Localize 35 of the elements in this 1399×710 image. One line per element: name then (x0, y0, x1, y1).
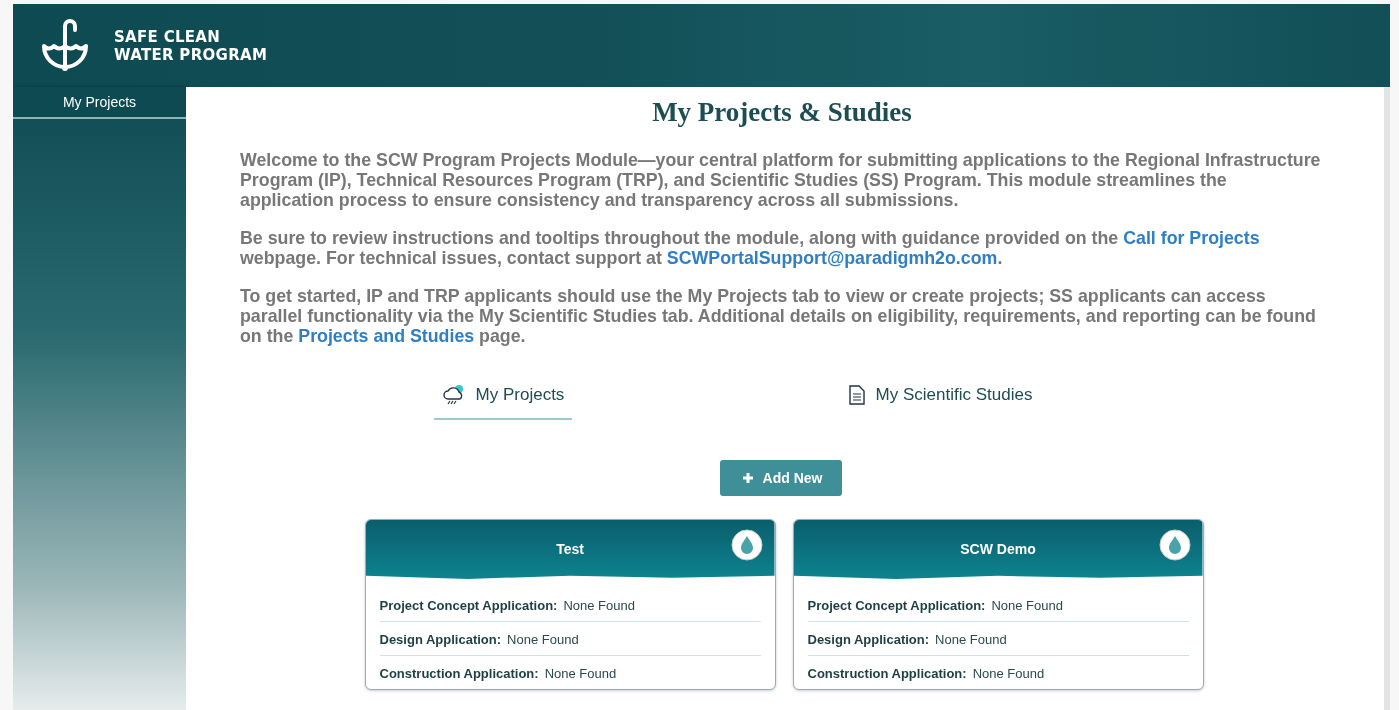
card-title: Test (556, 541, 584, 557)
add-new-button[interactable]: Add New (719, 460, 843, 496)
field-label: Construction Application: (379, 666, 539, 681)
field-label: Project Concept Application: (807, 598, 986, 613)
field-value: None Found (507, 632, 579, 647)
field-value: None Found (935, 632, 1007, 647)
field-label: Design Application: (379, 632, 502, 647)
umbrella-logo-icon (40, 17, 90, 74)
sidebar-item[interactable]: My Projects (13, 87, 186, 119)
project-card[interactable]: SCW Demo Project Concept Application: None Found Design Application: None Found Construction Application: None Found (792, 519, 1204, 690)
brand-name: SAFE CLEAN (114, 27, 222, 46)
tab[interactable]: My Scientific Studies (839, 376, 1041, 420)
field-value: None Found (972, 666, 1045, 681)
link[interactable]: Projects and Studies (298, 326, 475, 346)
field-label: Project Concept Application: (379, 598, 558, 613)
field-value: None Found (991, 598, 1063, 613)
water-drop-icon (1158, 529, 1191, 561)
link[interactable]: SCWPortalSupport@paradigmh2o.com (666, 248, 998, 268)
page-title: My Projects & Studies (651, 97, 913, 128)
intro-paragraph: Welcome to the SCW Program Projects Module—your central platform for submitting applications to the Regional Infrastructure Program (IP), Technical Resources Program (TRP), and Scientific Studies (SS) Program. This module streamlines the application process to ensure consistency and transparency across all submissions. (240, 150, 1322, 210)
project-card[interactable]: Test Project Concept Application: None Found Design Application: None Found Construction Application: None Found (364, 519, 776, 690)
card-title: SCW Demo (960, 541, 1036, 557)
field-value: None Found (563, 598, 635, 613)
tab[interactable]: My Projects (433, 376, 573, 420)
intro-paragraph: To get started, IP and TRP applicants should use the My Projects tab to view or create projects; SS applicants can access parallel functionality via the My Scientific Studies tab. Additional details on eligibility, requirements, and reporting can be found on the Projects and Studies page. (240, 286, 1317, 346)
field-label: Construction Application: (807, 666, 967, 681)
water-drop-icon (730, 529, 763, 561)
field-label: Design Application: (807, 632, 930, 647)
brand-name: WATER PROGRAM (114, 45, 268, 64)
intro-paragraph: Be sure to review instructions and tooltips throughout the module, along with guidance provided on the Call for Projects webpage. For technical issues, contact support at SCWPortalSupport@paradigmh2o.com. (240, 228, 1261, 268)
document-icon (847, 385, 866, 405)
field-value: None Found (544, 666, 617, 681)
cloud-rain-icon (441, 384, 466, 406)
plus-icon (741, 472, 754, 484)
link[interactable]: Call for Projects (1123, 228, 1260, 248)
